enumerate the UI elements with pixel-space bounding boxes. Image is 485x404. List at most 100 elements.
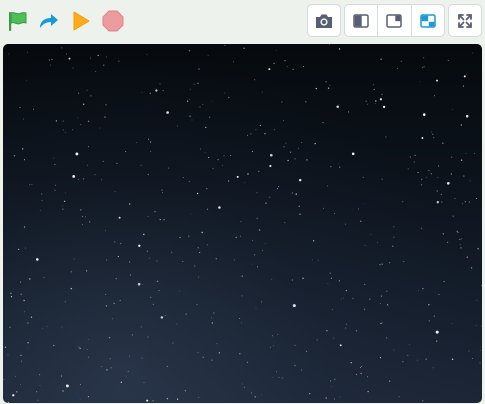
star [326,330,328,332]
star [160,316,164,319]
star [63,200,66,202]
screenshot-button[interactable] [308,5,340,36]
star [70,287,73,290]
stage-canvas[interactable] [3,44,482,403]
star [298,178,302,182]
star [77,117,79,119]
star [27,342,29,344]
star [431,131,433,133]
star [141,92,143,93]
star [422,113,426,116]
star [294,158,296,160]
star [77,178,80,181]
star [397,67,399,69]
star [85,216,86,218]
star [475,324,477,326]
star [403,261,405,263]
star [161,189,163,191]
star [156,260,158,262]
star [80,383,81,385]
star [381,178,383,180]
star [393,236,395,238]
star [101,179,102,181]
star [430,173,432,175]
star [331,308,333,310]
star [7,401,10,403]
stop-button[interactable] [100,8,126,34]
star [428,303,430,306]
star [79,347,81,349]
star [194,265,196,267]
star [86,348,88,350]
star [89,57,91,59]
star [268,68,271,71]
star [188,235,190,237]
star [281,101,283,103]
star [239,317,241,320]
star [189,115,191,117]
star [179,236,181,239]
star [21,148,24,150]
play-button[interactable] [67,8,93,34]
star [246,361,249,363]
star [55,120,58,122]
large-stage-layout-button[interactable] [377,5,410,36]
small-stage-layout-button[interactable] [345,5,377,36]
star [250,392,252,394]
star [114,190,116,192]
star [277,186,280,188]
star [189,88,191,90]
star [420,184,423,186]
star [206,208,208,210]
star [305,101,307,103]
star [451,156,453,158]
star [179,290,181,292]
star [375,100,377,102]
green-flag-button[interactable] [4,8,30,34]
star [402,201,404,203]
star [64,301,66,303]
star [158,290,160,292]
star [239,353,241,355]
star [468,201,470,203]
star [333,337,335,339]
star [302,65,305,68]
star [27,322,29,324]
star [452,215,454,217]
star [469,180,471,182]
star [463,175,465,177]
star [250,133,252,135]
star [451,109,453,111]
window-layout-button[interactable] [410,5,444,36]
star [37,399,39,401]
star [258,170,260,172]
star [437,177,439,178]
star [367,390,369,393]
star [363,283,366,286]
star [283,120,285,122]
star [24,226,26,228]
player-window [0,0,485,404]
star [306,350,308,352]
star [433,95,435,97]
star [337,162,339,164]
star [129,261,131,263]
fullscreen-button[interactable] [449,5,481,36]
star [302,277,304,279]
star [97,54,99,57]
star [55,184,56,186]
star [171,251,173,253]
redo-button[interactable] [35,8,61,34]
star [451,358,454,360]
star [273,129,275,131]
star [447,60,449,62]
star [233,61,234,63]
star [446,181,450,185]
star [86,89,88,91]
star [264,243,266,245]
star [476,299,478,301]
star [339,396,341,398]
star [7,354,9,356]
star [259,229,261,231]
star [365,100,367,102]
